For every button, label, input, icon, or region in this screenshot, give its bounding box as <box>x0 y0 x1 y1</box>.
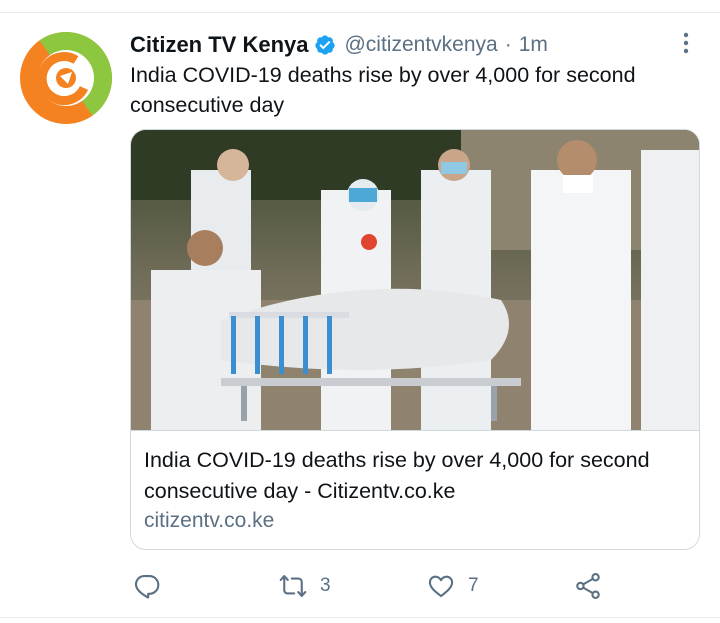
tweet-header: Citizen TV Kenya @citizentvkenya · 1m <box>130 30 548 60</box>
card-domain[interactable]: citizentv.co.ke <box>144 509 274 533</box>
timestamp[interactable]: 1m <box>519 33 548 57</box>
card-photo <box>131 130 699 430</box>
retweet-icon <box>279 575 307 597</box>
retweet-count: 3 <box>320 575 331 596</box>
like-button[interactable]: 7 <box>427 566 479 606</box>
user-handle[interactable]: @citizentvkenya <box>344 33 497 57</box>
like-count: 7 <box>468 575 479 596</box>
card-divider <box>131 430 699 431</box>
link-card[interactable]: India COVID-19 deaths rise by over 4,000… <box>130 129 700 550</box>
more-vertical-icon[interactable] <box>672 30 700 56</box>
tweet-text: India COVID-19 deaths rise by over 4,000… <box>130 63 636 117</box>
display-name[interactable]: Citizen TV Kenya <box>130 32 308 58</box>
card-image[interactable] <box>131 130 699 430</box>
citizen-tv-logo <box>20 32 112 124</box>
verified-badge-icon <box>314 34 336 56</box>
reply-icon <box>134 575 160 599</box>
heart-icon <box>428 575 454 598</box>
top-divider <box>0 12 720 13</box>
separator-dot: · <box>504 33 512 56</box>
card-title[interactable]: India COVID-19 deaths rise by over 4,000… <box>144 445 689 507</box>
retweet-button[interactable]: 3 <box>279 566 331 606</box>
reply-button[interactable] <box>133 566 174 606</box>
share-icon <box>576 573 600 599</box>
tweet-actions: 3 7 <box>0 566 720 606</box>
bottom-divider <box>0 617 720 618</box>
avatar[interactable] <box>20 32 112 124</box>
share-button[interactable] <box>574 566 602 606</box>
